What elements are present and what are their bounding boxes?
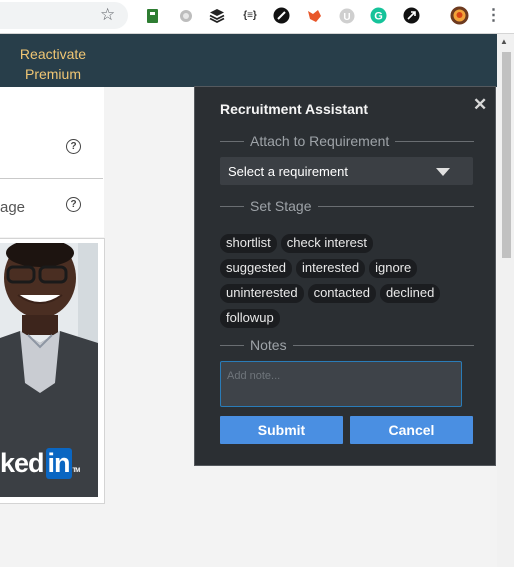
stage-chip-declined[interactable]: declined — [379, 284, 441, 303]
heading-rule — [220, 140, 244, 142]
ext-shield-u-icon[interactable]: U — [338, 7, 355, 24]
help-icon[interactable]: ? — [66, 197, 81, 212]
reactivate-premium-link[interactable]: Reactivate Premium — [8, 44, 98, 84]
ad-photo: ked in TM — [0, 243, 98, 497]
chrome-menu-icon[interactable]: ⋮ — [485, 7, 502, 24]
stage-chip-interested[interactable]: interested — [296, 259, 366, 278]
age-label: age — [0, 199, 26, 216]
ext-grammarly-icon[interactable]: G — [370, 7, 387, 24]
heading-rule — [220, 344, 244, 346]
ext-fox-icon[interactable] — [306, 7, 323, 24]
ext-json-icon[interactable]: {≡} — [240, 7, 260, 24]
heading-rule — [220, 205, 244, 207]
stage-chip-check-interest[interactable]: check interest — [280, 234, 373, 253]
scroll-up-arrow-icon[interactable]: ▲ — [500, 37, 508, 46]
ext-layers-icon[interactable] — [208, 7, 225, 24]
stage-section-heading: Set Stage — [220, 198, 474, 214]
linkedin-logo-text: ked — [0, 448, 45, 478]
heading-rule — [317, 205, 474, 207]
submit-button[interactable]: Submit — [220, 416, 343, 444]
caret-down-icon — [436, 168, 450, 176]
recruitment-assistant-panel: Recruitment Assistant ✕ Attach to Requir… — [194, 86, 496, 466]
stage-chip-ignore[interactable]: ignore — [369, 259, 418, 278]
stage-chip-contacted[interactable]: contacted — [307, 284, 376, 303]
trademark-mark: TM — [72, 468, 81, 474]
stage-chip-list: shortlist check interest suggested interes… — [220, 234, 482, 334]
linkedin-logo: ked in TM — [0, 448, 81, 479]
site-top-nav: Reactivate Premium — [0, 34, 497, 87]
ext-green-tag-icon[interactable] — [144, 7, 161, 24]
attach-heading-text: Attach to Requirement — [250, 133, 390, 149]
star-icon[interactable]: ☆ — [100, 6, 115, 23]
ext-arrow-circle-icon[interactable] — [403, 7, 420, 24]
stage-chip-shortlist[interactable]: shortlist — [220, 234, 277, 253]
profile-settings-card: ? age ? — [0, 87, 104, 237]
card-divider — [0, 178, 103, 179]
notes-heading-text: Notes — [250, 337, 287, 353]
stage-chip-followup[interactable]: followup — [220, 309, 280, 328]
linkedin-in-badge: in — [45, 448, 72, 479]
requirement-select[interactable]: Select a requirement — [220, 157, 473, 185]
stage-heading-text: Set Stage — [250, 198, 312, 214]
notes-section-heading: Notes — [220, 337, 474, 353]
ext-compass-icon[interactable] — [273, 7, 290, 24]
cancel-button[interactable]: Cancel — [350, 416, 473, 444]
requirement-select-value: Select a requirement — [228, 164, 348, 179]
profile-avatar-icon[interactable] — [450, 6, 469, 25]
stage-chip-suggested[interactable]: suggested — [220, 259, 292, 278]
linkedin-ad-card[interactable]: ked in TM — [0, 238, 105, 504]
ext-grammarly-glyph: G — [374, 11, 383, 23]
scrollbar-thumb[interactable] — [502, 52, 511, 258]
help-icon[interactable]: ? — [66, 139, 81, 154]
ext-gray-circle-icon[interactable] — [177, 7, 194, 24]
attach-section-heading: Attach to Requirement — [220, 133, 474, 149]
browser-toolbar: ☆ {≡} U G ⋮ — [0, 0, 514, 34]
panel-title: Recruitment Assistant — [220, 101, 369, 117]
heading-rule — [395, 140, 474, 142]
ext-shield-u-glyph: U — [343, 12, 350, 23]
stage-chip-uninterested[interactable]: uninterested — [220, 284, 304, 303]
close-icon[interactable]: ✕ — [473, 95, 487, 115]
heading-rule — [292, 344, 474, 346]
notes-textarea[interactable] — [220, 361, 462, 407]
